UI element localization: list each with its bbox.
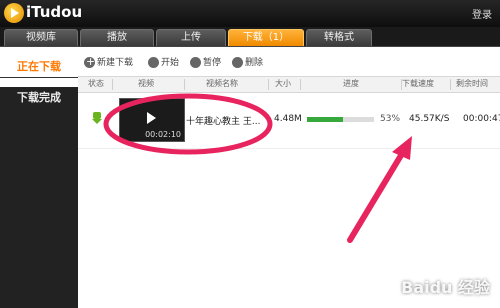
new-download-button[interactable]: 新建下载 (84, 54, 134, 71)
pause-label: 暂停 (203, 58, 222, 68)
delete-label: 删除 (245, 58, 264, 68)
tab-video-library[interactable]: 视频库 (4, 29, 78, 46)
delete-icon (232, 57, 243, 68)
table-header: 状态 视频 视频名称 大小 进度 下载速度 剩余时间 (78, 76, 500, 93)
pause-button[interactable]: 暂停 (190, 55, 221, 71)
start-icon (148, 57, 159, 68)
progress-percent: 53% (380, 114, 401, 124)
plus-icon (84, 54, 95, 70)
play-icon (147, 112, 156, 124)
progress-bar (307, 117, 374, 122)
column-header-remaining[interactable]: 剩余时间 (456, 78, 488, 89)
tab-play[interactable]: 播放 (80, 29, 154, 46)
sidebar: 正在下载 下载完成 (0, 47, 78, 308)
download-panel: 新建下载 开始 暂停 删除 状态 视频 视频名称 大小 进度 下载速度 剩余时间… (78, 47, 500, 308)
column-header-size[interactable]: 大小 (275, 78, 291, 89)
column-header-status[interactable]: 状态 (88, 78, 104, 89)
main-tab-bar: 视频库 播放 上传 下载（1） 转格式 (0, 27, 500, 47)
column-header-name[interactable]: 视频名称 (206, 78, 238, 89)
column-divider (184, 79, 185, 90)
login-link[interactable]: 登录 (472, 6, 492, 21)
file-size: 4.48M (274, 114, 302, 124)
column-header-speed[interactable]: 下载速度 (402, 78, 434, 89)
tab-upload[interactable]: 上传 (156, 29, 226, 46)
column-divider (450, 79, 451, 90)
remaining-time: 00:00:47 (463, 114, 500, 124)
toolbar: 新建下载 开始 暂停 删除 (78, 54, 500, 71)
progress-bar-fill (307, 117, 343, 122)
delete-button[interactable]: 删除 (232, 55, 263, 71)
video-name: 十年趣心教主 王... (186, 117, 261, 127)
start-label: 开始 (161, 58, 180, 68)
start-button[interactable]: 开始 (148, 55, 179, 71)
tab-download[interactable]: 下载（1） (228, 29, 304, 46)
sidebar-item-completed[interactable]: 下载完成 (0, 77, 78, 118)
downloading-arrow-icon (92, 112, 102, 124)
tudou-logo-icon (4, 3, 24, 23)
column-divider (268, 79, 269, 90)
pause-icon (190, 57, 201, 68)
column-header-video[interactable]: 视频 (138, 78, 154, 89)
new-download-label: 新建下载 (97, 58, 134, 68)
column-header-progress[interactable]: 进度 (343, 78, 359, 89)
video-thumbnail[interactable]: 00:02:10 (119, 98, 185, 142)
video-duration: 00:02:10 (145, 130, 181, 139)
column-divider (112, 79, 113, 90)
column-divider (300, 79, 301, 90)
tab-convert[interactable]: 转格式 (306, 29, 372, 46)
download-row[interactable]: 00:02:10 十年趣心教主 王... 4.48M 53% 45.57K/S … (78, 92, 500, 149)
title-bar: iTudou 登录 (0, 0, 500, 27)
app-logo-text: iTudou (26, 3, 83, 21)
baidu-watermark: Baidu 经验 (401, 278, 490, 297)
download-speed: 45.57K/S (409, 114, 450, 124)
